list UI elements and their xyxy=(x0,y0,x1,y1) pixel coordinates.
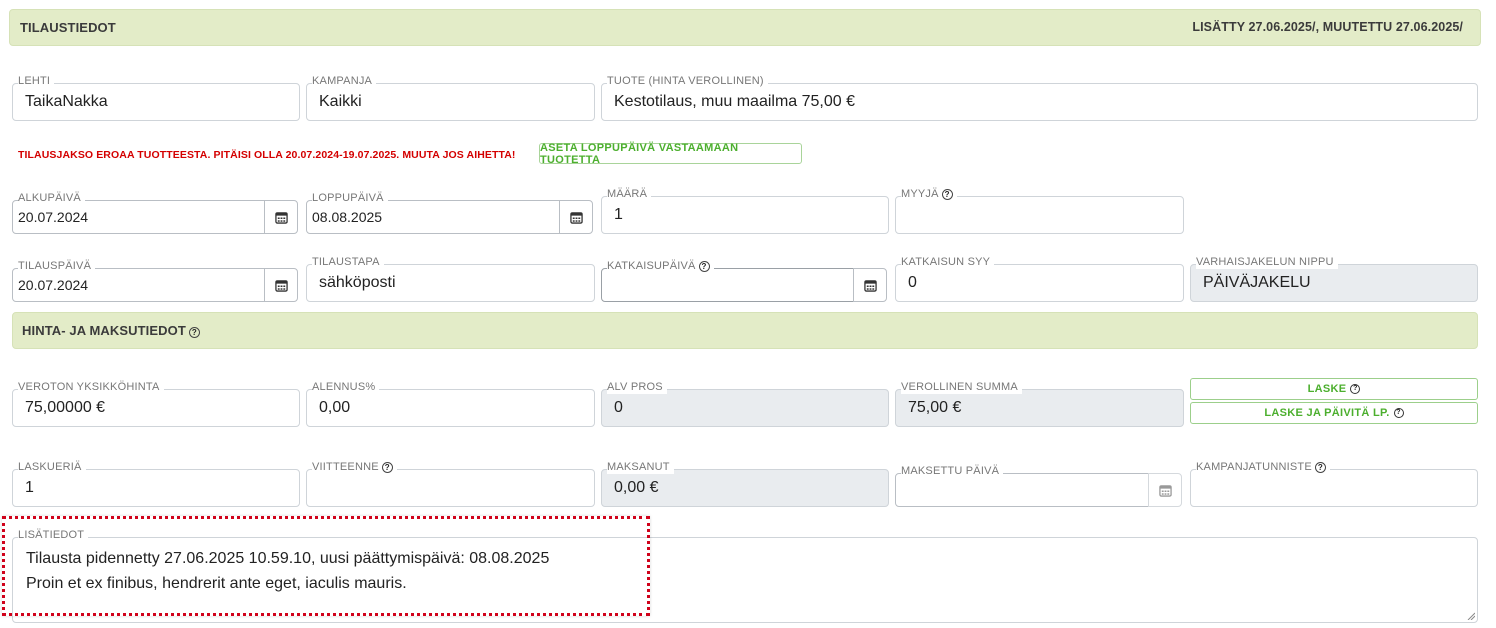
laske-paivita-button-label: LASKE JA PÄIVITÄ LP. xyxy=(1264,407,1390,419)
calendar-icon xyxy=(274,211,288,224)
help-icon: ? xyxy=(1350,384,1361,394)
calendar-icon xyxy=(569,211,583,224)
lisatiedot-line-1: Tilausta pidennetty 27.06.2025 10.59.10,… xyxy=(26,550,550,567)
alkupaiva-label: ALKUPÄIVÄ xyxy=(18,192,85,205)
tilauspaiva-field[interactable]: 20.07.2024 xyxy=(12,268,265,302)
laske-paivita-button[interactable]: LASKE JA PÄIVITÄ LP.? xyxy=(1190,402,1478,424)
myyja-label-text: MYYJÄ xyxy=(901,188,939,200)
viitteenne-label: VIITTEENNE? xyxy=(312,461,397,474)
viitteenne-field[interactable] xyxy=(306,469,595,507)
katkaisun-syy-value: 0 xyxy=(908,274,917,291)
varhaisjakelun-nippu-label: VARHAISJAKELUN NIPPU xyxy=(1196,256,1338,269)
help-icon[interactable]: ? xyxy=(941,188,953,200)
lisatiedot-line-2: Proin et ex finibus, hendrerit ante eget… xyxy=(26,575,407,592)
lehti-field[interactable]: TaikaNakka xyxy=(12,83,300,121)
maara-label: MÄÄRÄ xyxy=(607,188,652,201)
laskueria-label: LASKUERIÄ xyxy=(18,461,86,474)
lisatiedot-label: LISÄTIEDOT xyxy=(18,529,89,542)
tilauspaiva-label: TILAUSPÄIVÄ xyxy=(18,260,96,273)
maara-field[interactable]: 1 xyxy=(601,196,889,234)
maksettu-paiva-field[interactable] xyxy=(895,473,1149,507)
maksanut-field: 0,00 € xyxy=(601,469,889,507)
verollinen-value: 75,00 € xyxy=(908,399,962,416)
resize-handle-icon[interactable] xyxy=(1467,612,1475,620)
tilaustapa-field[interactable]: sähköposti xyxy=(306,264,595,302)
help-icon: ? xyxy=(1393,408,1404,418)
kampanja-value: Kaikki xyxy=(319,93,362,110)
katkaisun-syy-field[interactable]: 0 xyxy=(895,264,1184,302)
calendar-icon xyxy=(274,279,288,292)
laske-button-label: LASKE xyxy=(1307,383,1347,395)
tilauspaiva-value: 20.07.2024 xyxy=(18,277,89,293)
laskueria-field[interactable]: 1 xyxy=(12,469,300,507)
katkaisupaiva-label: KATKAISUPÄIVÄ? xyxy=(607,260,714,273)
tilauspaiva-calendar-button[interactable] xyxy=(264,268,298,302)
maksettu-paiva-calendar-button[interactable] xyxy=(1148,473,1182,507)
tilaustapa-label: TILAUSTAPA xyxy=(312,256,384,269)
lehti-label: LEHTI xyxy=(18,75,55,88)
verollinen-field: 75,00 € xyxy=(895,389,1184,427)
help-icon[interactable]: ? xyxy=(698,260,710,272)
myyja-field[interactable] xyxy=(895,196,1184,234)
price-section-header xyxy=(12,312,1478,349)
varhaisjakelun-nippu-field: PÄIVÄJAKELU xyxy=(1190,264,1478,302)
tuote-label: TUOTE (HINTA VEROLLINEN) xyxy=(607,75,768,88)
verollinen-label: VEROLLINEN SUMMA xyxy=(901,381,1022,394)
kampanjatunniste-label-text: KAMPANJATUNNISTE xyxy=(1196,461,1312,473)
lisatiedot-textarea[interactable]: Tilausta pidennetty 27.06.2025 10.59.10,… xyxy=(12,537,1478,623)
help-icon[interactable]: ? xyxy=(381,461,393,473)
maksanut-label: MAKSANUT xyxy=(607,461,674,474)
viitteenne-label-text: VIITTEENNE xyxy=(312,461,379,473)
kampanja-label: KAMPANJA xyxy=(312,75,377,88)
kampanjatunniste-field[interactable] xyxy=(1190,469,1478,507)
varhaisjakelun-nippu-value: PÄIVÄJAKELU xyxy=(1203,274,1311,291)
calendar-icon xyxy=(1158,484,1172,497)
calendar-icon xyxy=(863,279,877,292)
loppupaiva-label: LOPPUPÄIVÄ xyxy=(312,192,388,205)
myyja-label: MYYJÄ? xyxy=(901,188,957,201)
set-end-date-button[interactable]: ASETA LOPPUPÄIVÄ VASTAAMAAN TUOTETTA xyxy=(539,141,802,166)
loppupaiva-field[interactable]: 08.08.2025 xyxy=(306,200,560,234)
kampanjatunniste-label: KAMPANJATUNNISTE? xyxy=(1196,461,1330,474)
veroton-label: VEROTON YKSIKKÖHINTA xyxy=(18,381,164,394)
katkaisupaiva-label-text: KATKAISUPÄIVÄ xyxy=(607,260,696,272)
alennus-value: 0,00 xyxy=(319,399,351,416)
tuote-value: Kestotilaus, muu maailma 75,00 € xyxy=(614,93,856,110)
price-section-title: HINTA- JA MAKSUTIEDOT xyxy=(22,323,186,338)
price-section-title-wrap: HINTA- JA MAKSUTIEDOT? xyxy=(22,323,200,339)
price-section-help: ? xyxy=(186,326,200,338)
loppupaiva-value: 08.08.2025 xyxy=(312,209,383,225)
laskueria-value: 1 xyxy=(25,479,34,496)
katkaisun-syy-label: KATKAISUN SYY xyxy=(901,256,995,269)
tilaustapa-value: sähköposti xyxy=(319,274,396,291)
help-icon[interactable]: ? xyxy=(188,326,200,338)
tuote-field[interactable]: Kestotilaus, muu maailma 75,00 € xyxy=(601,83,1478,121)
period-warning-text: TILAUSJAKSO EROAA TUOTTEESTA. PITÄISI OL… xyxy=(18,149,516,161)
alkupaiva-calendar-button[interactable] xyxy=(264,200,298,234)
order-section-meta: LISÄTTY 27.06.2025/, MUUTETTU 27.06.2025… xyxy=(1192,20,1463,34)
lehti-value: TaikaNakka xyxy=(25,93,108,110)
alennus-field[interactable]: 0,00 xyxy=(306,389,595,427)
alkupaiva-field[interactable]: 20.07.2024 xyxy=(12,200,265,234)
veroton-field[interactable]: 75,00000 € xyxy=(12,389,300,427)
alennus-label: ALENNUS% xyxy=(312,381,380,394)
katkaisupaiva-calendar-button[interactable] xyxy=(853,268,887,302)
alv-value: 0 xyxy=(614,399,623,416)
order-section-title: TILAUSTIEDOT xyxy=(20,20,116,35)
alv-field: 0 xyxy=(601,389,889,427)
alv-label: ALV PROS xyxy=(607,381,667,394)
help-icon[interactable]: ? xyxy=(1314,461,1326,473)
maksanut-value: 0,00 € xyxy=(614,479,659,496)
katkaisupaiva-field[interactable] xyxy=(601,268,854,302)
maksettu-paiva-label: MAKSETTU PÄIVÄ xyxy=(901,465,1004,478)
alkupaiva-value: 20.07.2024 xyxy=(18,209,89,225)
set-end-date-button-label: ASETA LOPPUPÄIVÄ VASTAAMAAN TUOTETTA xyxy=(540,141,739,166)
veroton-value: 75,00000 € xyxy=(25,399,106,416)
kampanja-field[interactable]: Kaikki xyxy=(306,83,595,121)
loppupaiva-calendar-button[interactable] xyxy=(559,200,593,234)
maara-value: 1 xyxy=(614,206,623,223)
laske-button[interactable]: LASKE? xyxy=(1190,378,1478,400)
